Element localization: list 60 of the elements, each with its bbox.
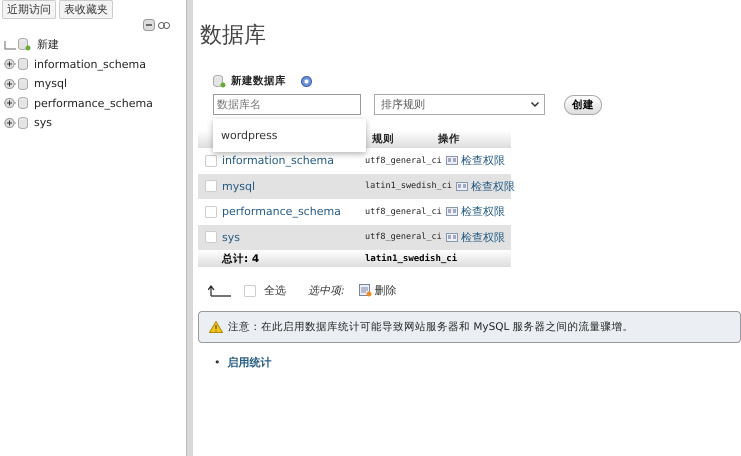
database-link[interactable]: mysql — [222, 180, 365, 193]
check-privileges-link[interactable]: 检查权限 — [446, 153, 519, 168]
row-checkbox[interactable] — [205, 154, 217, 167]
page-title: 数据库 — [200, 22, 267, 50]
arrow-up-icon — [208, 284, 232, 296]
check-privileges-link[interactable]: 检查权限 — [456, 178, 529, 194]
database-icon — [18, 58, 28, 70]
with-selected-label: 选中项: — [308, 283, 345, 298]
tree-item[interactable]: mysql — [34, 77, 67, 90]
privileges-icon — [446, 156, 458, 166]
expand-icon[interactable] — [4, 58, 16, 70]
tree-item[interactable]: 新建 — [37, 37, 59, 52]
privileges-icon — [446, 232, 458, 242]
database-icon — [18, 116, 28, 129]
tree-line-icon — [4, 38, 16, 51]
collation-cell-text: latin1_swedish_ci — [365, 181, 453, 192]
privileges-icon — [456, 182, 468, 191]
database-link[interactable]: information_schema — [222, 154, 365, 168]
collation-cell-text: utf8_general_ci — [365, 232, 443, 242]
new-database-icon — [18, 38, 31, 52]
sidebar-tab[interactable]: 近期访问 — [2, 0, 56, 19]
total-collation: latin1_swedish_ci — [365, 254, 458, 264]
total-label: 总计: 4 — [222, 252, 260, 266]
expand-icon[interactable] — [4, 97, 16, 110]
database-link[interactable]: performance_schema — [222, 205, 365, 218]
notice-text: 注意：在此启用数据库统计可能导致网站服务器和 MySQL 服务器之间的流量骤增。 — [228, 320, 634, 334]
database-icon — [18, 97, 28, 110]
section-heading: 新建数据库 — [231, 74, 286, 88]
row-checkbox[interactable] — [205, 231, 217, 244]
select-all-link[interactable]: 全选 — [264, 283, 286, 298]
privileges-icon — [446, 207, 458, 216]
collation-cell-text: utf8_general_ci — [365, 206, 443, 217]
database-link[interactable]: sys — [222, 230, 365, 244]
row-checkbox[interactable] — [205, 180, 217, 192]
select-all-checkbox[interactable] — [244, 284, 256, 296]
collation-cell-text: utf8_general_ci — [365, 156, 443, 166]
enable-statistics-link[interactable]: 启用统计 — [228, 355, 272, 370]
delete-button[interactable]: 删除 — [374, 283, 397, 298]
tree-item[interactable]: performance_schema — [34, 96, 153, 110]
sidebar-tab[interactable]: 表收藏夹 — [59, 0, 113, 19]
chevron-down-icon — [531, 102, 539, 107]
check-privileges-link[interactable]: 检查权限 — [446, 230, 519, 245]
expand-icon[interactable] — [4, 116, 16, 129]
tree-item[interactable]: sys — [34, 116, 52, 130]
warning-icon — [209, 321, 223, 333]
create-button[interactable]: 创建 — [564, 94, 602, 114]
collapse-all-icon[interactable] — [143, 19, 155, 31]
database-icon — [18, 78, 28, 90]
database-name-field[interactable]: 数据库名 — [213, 94, 361, 115]
check-privileges-link[interactable]: 检查权限 — [446, 204, 519, 220]
expand-icon[interactable] — [4, 78, 16, 90]
delete-icon — [358, 284, 372, 297]
row-checkbox[interactable] — [205, 206, 217, 218]
link-icon[interactable] — [158, 22, 170, 28]
list-bullet: • — [214, 356, 220, 369]
tree-item[interactable]: information_schema — [34, 58, 146, 71]
new-database-icon — [213, 74, 226, 88]
suggestion-item[interactable]: wordpress — [221, 129, 278, 142]
collation-select[interactable]: 排序规则 — [374, 94, 545, 115]
help-icon[interactable] — [301, 76, 312, 86]
